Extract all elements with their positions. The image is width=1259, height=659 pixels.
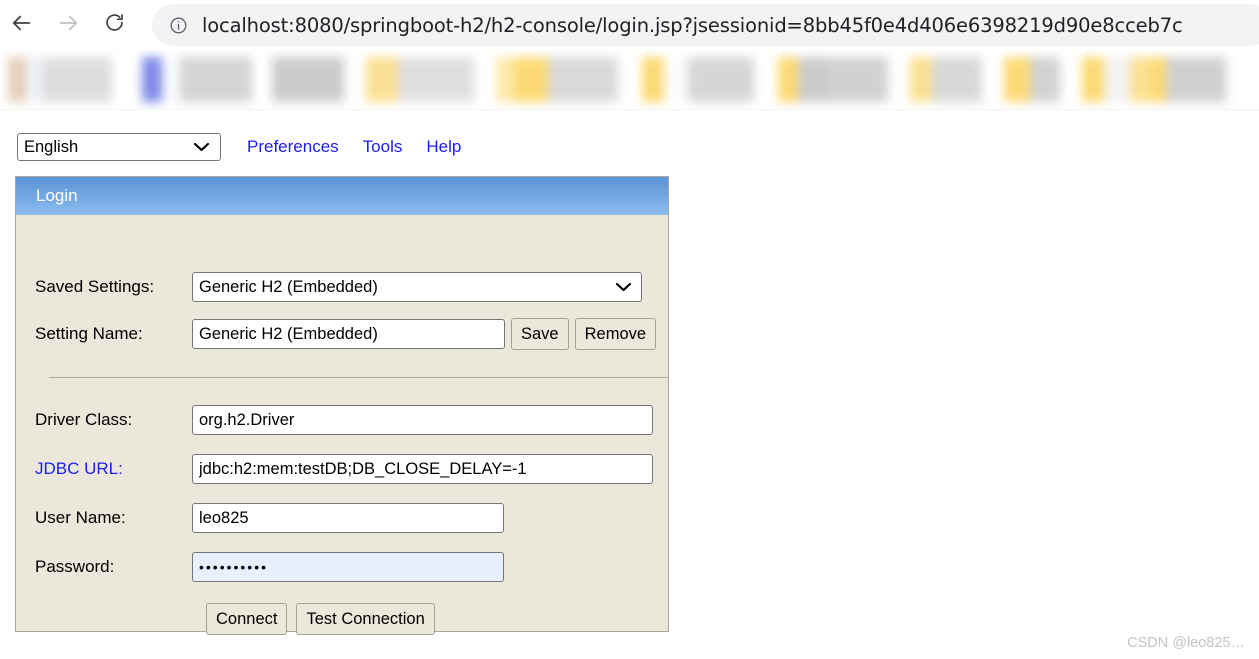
language-select-wrapper[interactable]: English — [17, 133, 221, 161]
login-panel: Login Saved Settings: Generic H2 (Embedd… — [15, 176, 669, 635]
url-text[interactable]: localhost:8080/springboot-h2/h2-console/… — [202, 14, 1183, 37]
h2-console-login-page: English Preferences Tools Help Login Sav… — [0, 110, 1259, 659]
jdbc-url-label[interactable]: JDBC URL: — [35, 459, 192, 479]
saved-settings-select[interactable]: Generic H2 (Embedded) — [192, 272, 642, 302]
test-connection-button[interactable]: Test Connection — [296, 603, 435, 635]
toolbar-link-tools[interactable]: Tools — [363, 137, 403, 157]
reload-button[interactable] — [98, 9, 130, 41]
remove-button[interactable]: Remove — [574, 318, 657, 350]
language-select[interactable]: English — [17, 133, 221, 161]
row-setting-name: Setting Name: Save Remove — [35, 318, 657, 350]
bookmarks-blurred-content — [0, 57, 1259, 102]
bookmarks-bar[interactable] — [0, 50, 1259, 110]
driver-class-label: Driver Class: — [35, 410, 133, 429]
login-panel-title: Login — [36, 186, 78, 205]
saved-settings-label: Saved Settings: — [35, 277, 155, 296]
row-driver-class: Driver Class: — [35, 405, 653, 435]
setting-name-label: Setting Name: — [35, 324, 143, 343]
toolbar-link-help[interactable]: Help — [426, 137, 461, 157]
back-button[interactable] — [6, 9, 38, 41]
save-button[interactable]: Save — [511, 318, 569, 350]
row-password: Password: — [35, 552, 504, 582]
console-toolbar: English Preferences Tools Help — [17, 132, 461, 162]
driver-class-input[interactable] — [192, 405, 653, 435]
connect-button[interactable]: Connect — [206, 603, 288, 635]
password-label: Password: — [35, 557, 115, 576]
row-saved-settings: Saved Settings: Generic H2 (Embedded) — [35, 272, 642, 302]
row-user-name: User Name: — [35, 503, 504, 533]
jdbc-url-input[interactable] — [192, 454, 653, 484]
setting-name-input[interactable] — [192, 319, 505, 349]
back-arrow-icon — [11, 12, 33, 39]
form-divider — [49, 377, 669, 378]
user-name-label: User Name: — [35, 508, 126, 527]
browser-chrome: localhost:8080/springboot-h2/h2-console/… — [0, 0, 1259, 50]
row-login-actions: Connect Test Connection — [206, 603, 435, 635]
forward-button[interactable] — [52, 9, 84, 41]
address-bar[interactable]: localhost:8080/springboot-h2/h2-console/… — [152, 4, 1259, 46]
saved-settings-select-wrapper[interactable]: Generic H2 (Embedded) — [192, 272, 642, 302]
password-input[interactable] — [192, 552, 504, 582]
info-circle-icon[interactable] — [166, 13, 190, 37]
reload-icon — [104, 12, 125, 38]
forward-arrow-icon — [57, 12, 79, 39]
watermark: CSDN @leo825… — [1127, 635, 1245, 651]
row-jdbc-url: JDBC URL: — [35, 454, 653, 484]
user-name-input[interactable] — [192, 503, 504, 533]
login-panel-header: Login — [16, 177, 668, 215]
login-form: Saved Settings: Generic H2 (Embedded) Se… — [16, 215, 669, 635]
toolbar-link-preferences[interactable]: Preferences — [247, 137, 339, 157]
